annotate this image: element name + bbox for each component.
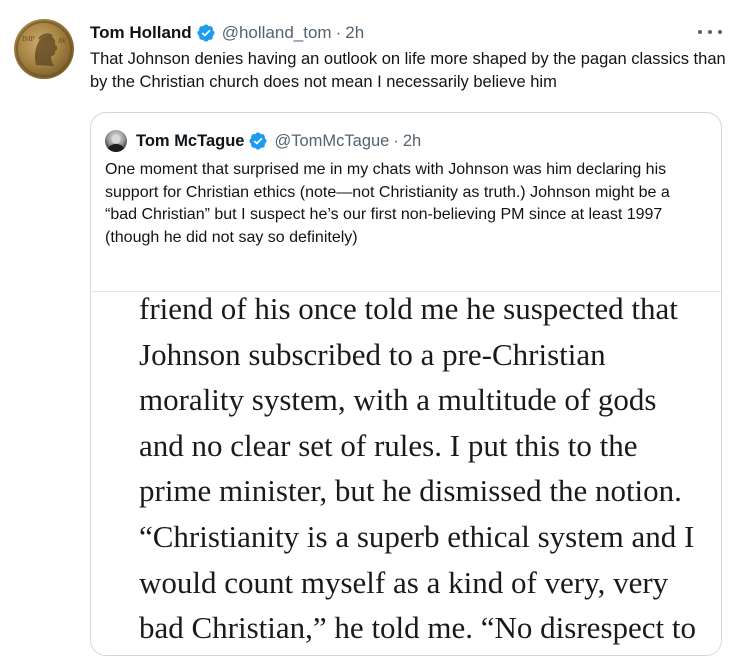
quoted-author-handle: @TomMcTague	[274, 131, 390, 150]
book-excerpt: friend of his once told me he suspected …	[139, 291, 719, 651]
svg-text:IMP: IMP	[22, 36, 35, 43]
verified-badge-icon	[197, 24, 215, 42]
excerpt-line: would count myself as a kind of very, ve…	[139, 564, 669, 600]
portrait-icon	[107, 134, 125, 152]
excerpt-line: “Christianity is a superb ethical system…	[139, 518, 695, 554]
excerpt-line: morality system, with a multitude of god…	[139, 382, 657, 418]
tweet[interactable]: IMP AV Tom Holland @holland_tom · 2h Tha…	[0, 0, 734, 659]
separator-dot: ·	[393, 131, 399, 150]
quoted-author-name: Tom McTague	[136, 131, 245, 150]
excerpt-line: prime minister, but he dismissed the not…	[139, 473, 682, 509]
separator-dot: ·	[335, 23, 342, 42]
author-name[interactable]: Tom Holland	[90, 23, 192, 43]
quoted-tweet-text: One moment that surprised me in my chats…	[105, 161, 670, 246]
excerpt-line: bad Christian,” he told me. “No disrespe…	[139, 610, 697, 646]
quoted-tweet-timestamp: 2h	[402, 131, 422, 150]
tweet-text: That Johnson denies having an outlook on…	[90, 50, 726, 91]
svg-text:AV: AV	[57, 38, 67, 45]
quoted-tweet[interactable]: Tom McTague @TomMcTague · 2h One moment …	[90, 112, 722, 656]
quoted-tweet-header: Tom McTague @TomMcTague · 2h	[105, 130, 421, 152]
tweet-header: Tom Holland @holland_tom · 2h	[90, 21, 364, 45]
verified-badge-icon	[249, 132, 268, 150]
excerpt-line: Johnson subscribed to a pre-Christian	[139, 336, 606, 372]
tweet-timestamp[interactable]: 2h	[345, 23, 364, 43]
more-options-icon[interactable]	[698, 22, 722, 42]
author-avatar[interactable]: IMP AV	[14, 19, 74, 79]
author-handle[interactable]: @holland_tom	[222, 23, 332, 43]
roman-coin-icon: IMP AV	[16, 21, 72, 77]
excerpt-line: and no clear set of rules. I put this to…	[139, 427, 638, 463]
quoted-author-avatar	[105, 130, 127, 152]
quoted-tweet-image[interactable]: friend of his once told me he suspected …	[91, 291, 721, 655]
excerpt-line: friend of his once told me he suspected …	[139, 291, 678, 326]
